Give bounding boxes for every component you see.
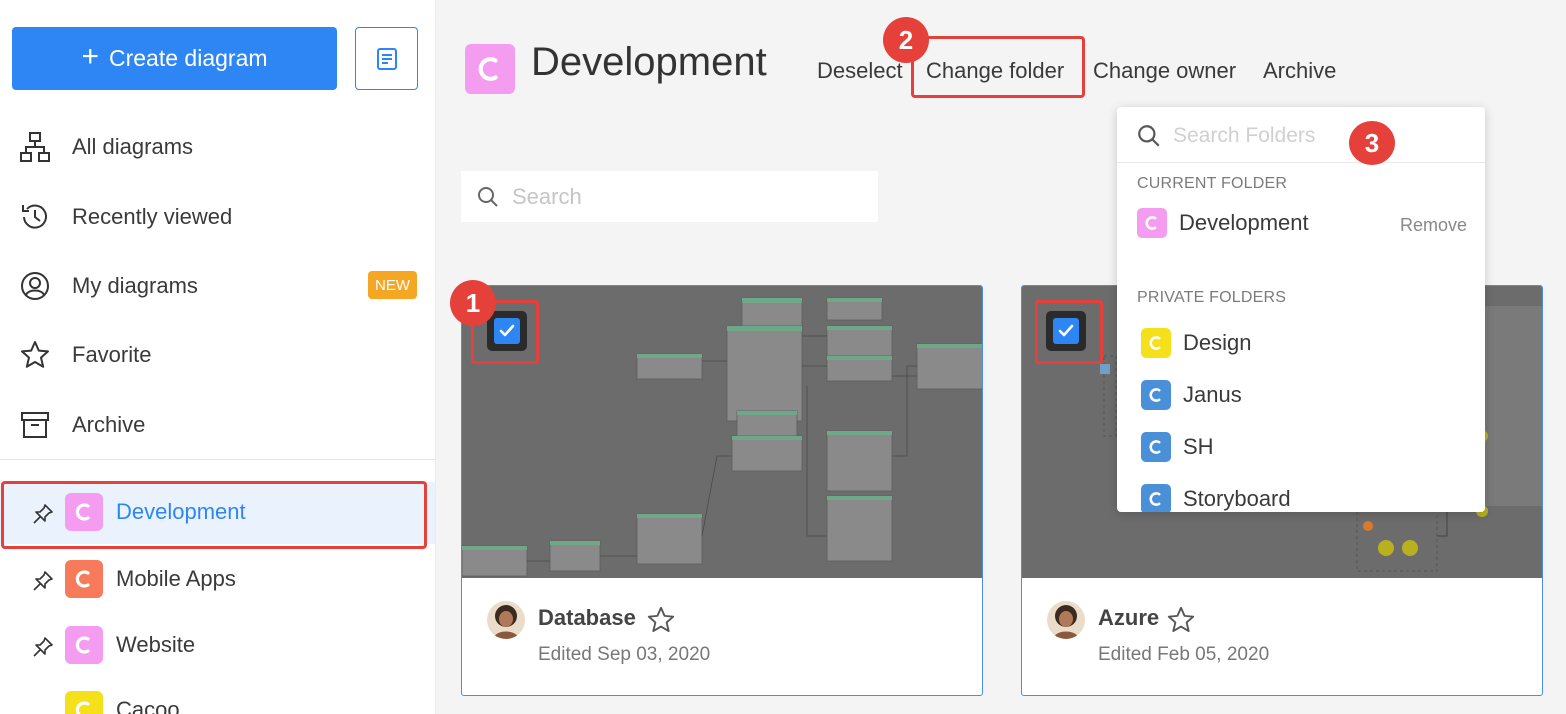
step-marker-3: 3 xyxy=(1349,121,1395,165)
notes-icon xyxy=(376,47,397,70)
avatar xyxy=(487,601,525,639)
nav-label: My diagrams xyxy=(72,273,198,298)
erd-preview-graphic xyxy=(462,297,982,577)
folder-search-placeholder: Search Folders xyxy=(1173,124,1316,147)
current-folder-item: Development xyxy=(1137,206,1309,240)
sidebar-divider xyxy=(0,459,435,460)
folder-label: Mobile Apps xyxy=(116,566,236,591)
hierarchy-icon xyxy=(18,130,52,164)
nav-favorite[interactable]: Favorite xyxy=(18,335,151,375)
folder-item-mobile-apps[interactable]: Mobile Apps xyxy=(0,549,435,611)
folder-label: SH xyxy=(1183,434,1214,459)
folder-label: Janus xyxy=(1183,382,1242,407)
folder-icon xyxy=(1141,432,1171,462)
diagram-card-database[interactable]: Database Edited Sep 03, 2020 xyxy=(461,285,983,696)
archive-button[interactable]: Archive xyxy=(1263,58,1336,84)
page-title: Development xyxy=(531,40,767,84)
favorite-star-icon[interactable] xyxy=(646,605,676,635)
create-diagram-label: Create diagram xyxy=(109,45,268,71)
search-icon xyxy=(1138,125,1160,147)
folder-label: Cacoo xyxy=(116,697,180,714)
nav-my-diagrams[interactable]: My diagrams xyxy=(18,266,198,306)
current-folder-header: CURRENT FOLDER xyxy=(1137,175,1288,192)
diagram-thumbnail xyxy=(462,286,982,578)
private-folders-header: PRIVATE FOLDERS xyxy=(1137,289,1287,306)
pin-icon[interactable] xyxy=(32,570,54,598)
new-badge: NEW xyxy=(368,271,417,299)
plus-icon: + xyxy=(81,40,99,73)
nav-label: All diagrams xyxy=(72,134,194,159)
edited-date: Edited Sep 03, 2020 xyxy=(538,644,711,665)
star-icon xyxy=(18,338,52,372)
folder-option-sh[interactable]: SH xyxy=(1141,430,1214,464)
nav-label: Recently viewed xyxy=(72,204,233,229)
nav-archive[interactable]: Archive xyxy=(18,405,145,445)
highlight-box-checkbox-2 xyxy=(1035,300,1103,364)
nav-recently-viewed[interactable]: Recently viewed xyxy=(18,197,232,237)
sidebar: + Create diagram All diagrams Recently v… xyxy=(0,0,436,714)
step-marker-1: 1 xyxy=(450,280,496,326)
archive-icon xyxy=(18,408,52,442)
diagram-name[interactable]: Database xyxy=(538,605,636,631)
edited-date: Edited Feb 05, 2020 xyxy=(1098,644,1270,665)
deselect-button[interactable]: Deselect xyxy=(817,58,903,84)
nav-label: Archive xyxy=(72,412,146,437)
folder-icon xyxy=(1141,380,1171,410)
folder-icon xyxy=(1141,484,1171,512)
remove-folder-button[interactable]: Remove xyxy=(1400,215,1467,236)
search-placeholder: Search xyxy=(512,184,582,209)
pin-icon[interactable] xyxy=(32,636,54,664)
avatar xyxy=(1047,601,1085,639)
folder-icon xyxy=(1141,328,1171,358)
step-marker-2: 2 xyxy=(883,17,929,63)
folder-label: Development xyxy=(1179,210,1309,235)
folder-item-website[interactable]: Website xyxy=(0,615,435,677)
nav-all-diagrams[interactable]: All diagrams xyxy=(18,127,193,167)
highlight-box-change-folder xyxy=(911,36,1085,98)
diagram-name[interactable]: Azure xyxy=(1098,605,1159,631)
folder-icon xyxy=(65,691,103,714)
folder-title-icon xyxy=(465,44,515,94)
folder-icon xyxy=(1137,208,1167,238)
search-input[interactable]: Search xyxy=(461,171,878,222)
folder-icon xyxy=(65,626,103,664)
notes-button[interactable] xyxy=(355,27,418,90)
history-icon xyxy=(18,200,52,234)
folder-option-janus[interactable]: Janus xyxy=(1141,378,1242,412)
change-owner-button[interactable]: Change owner xyxy=(1093,58,1236,84)
folder-label: Website xyxy=(116,632,196,657)
create-diagram-button[interactable]: + Create diagram xyxy=(12,27,337,90)
folder-item-cacoo[interactable]: Cacoo xyxy=(0,680,435,714)
highlight-box-development xyxy=(1,481,427,549)
folder-search-input[interactable]: Search Folders xyxy=(1117,107,1485,163)
nav-label: Favorite xyxy=(72,342,152,367)
folder-icon xyxy=(65,560,103,598)
user-circle-icon xyxy=(18,269,52,303)
search-icon xyxy=(478,187,498,207)
change-folder-dropdown: Search Folders CURRENT FOLDER Developmen… xyxy=(1117,107,1485,512)
favorite-star-icon[interactable] xyxy=(1166,605,1196,635)
folder-label: Design xyxy=(1183,330,1252,355)
folder-label: Storyboard xyxy=(1183,486,1291,511)
folder-option-storyboard[interactable]: Storyboard xyxy=(1141,482,1291,512)
folder-option-design[interactable]: Design xyxy=(1141,326,1251,360)
